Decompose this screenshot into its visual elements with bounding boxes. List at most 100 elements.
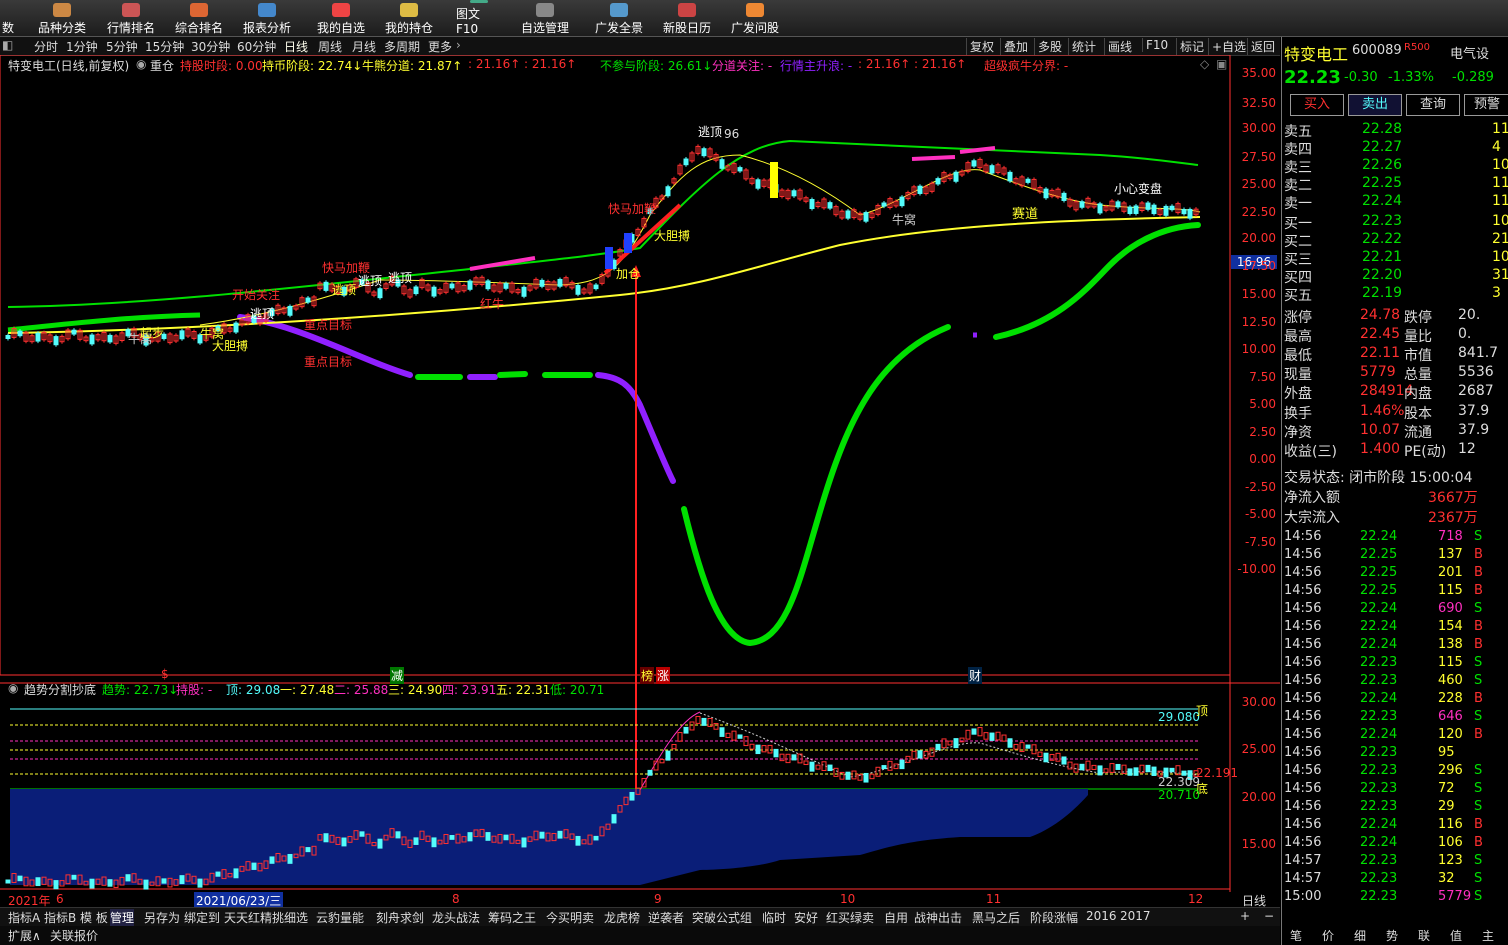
quote-tab[interactable]: 势 xyxy=(1386,927,1398,944)
candle xyxy=(683,726,689,734)
period-30min[interactable]: 30分钟 xyxy=(191,38,230,55)
toolbar-button-f10[interactable]: 图文F10 xyxy=(456,0,502,36)
candle xyxy=(947,740,953,746)
axis-tick: -10.00 xyxy=(1237,562,1276,576)
indicator-tab[interactable]: 指标A xyxy=(8,909,40,926)
sector-pct: -0.289 xyxy=(1452,70,1494,85)
tick-time: 14:57 xyxy=(1284,853,1322,868)
tool-stats[interactable]: 统计 xyxy=(1068,38,1099,55)
candle xyxy=(575,835,581,846)
toolbar-button-0[interactable]: 数 xyxy=(0,0,16,36)
quote-tab[interactable]: 联 xyxy=(1418,927,1430,944)
add-tab-icon[interactable]: + xyxy=(1240,909,1250,923)
indicator-tab[interactable]: 逆袭者 xyxy=(648,909,684,926)
indicator-tab[interactable]: 阶段涨幅 xyxy=(1030,909,1078,926)
tool-f10[interactable]: F10 xyxy=(1142,38,1171,52)
candle xyxy=(989,732,995,741)
period-60min[interactable]: 60分钟 xyxy=(237,38,276,55)
indicator-tab[interactable]: 战神出击 xyxy=(914,909,962,926)
indicator-tab[interactable]: 刻舟求剑 xyxy=(376,909,424,926)
remove-tab-icon[interactable]: − xyxy=(1264,909,1274,923)
indicator-tab[interactable]: 自用 xyxy=(884,909,908,926)
indicator-tab[interactable]: 黑马之后 xyxy=(972,909,1020,926)
tick-direction: B xyxy=(1474,835,1483,850)
tool-mark[interactable]: 标记 xyxy=(1176,38,1207,55)
indicator-tab[interactable]: 2017 xyxy=(1120,909,1151,923)
alert-button[interactable]: 预警 xyxy=(1464,94,1508,116)
quote-tab[interactable]: 价 xyxy=(1322,927,1334,944)
query-button[interactable]: 查询 xyxy=(1406,94,1460,116)
net-flow-label: 净流入额 xyxy=(1284,490,1340,506)
indicator-tab[interactable]: 2016 xyxy=(1086,909,1117,923)
indicator-tab[interactable]: 突破公式组 xyxy=(692,909,752,926)
holdings-icon xyxy=(400,3,418,17)
quote-tab[interactable]: 笔 xyxy=(1290,927,1302,944)
buy-button[interactable]: 买入 xyxy=(1290,94,1344,116)
indicator-tab[interactable]: 绑定到 xyxy=(184,909,220,926)
quote-tab[interactable]: 值 xyxy=(1450,927,1462,944)
ind2-toggle-icon[interactable]: ◉ xyxy=(8,681,18,695)
tick-direction: B xyxy=(1474,727,1483,742)
tick-volume: 29 xyxy=(1438,799,1455,814)
candle xyxy=(779,753,785,762)
candle xyxy=(827,764,833,772)
tool-multi-stock[interactable]: 多股 xyxy=(1034,38,1065,55)
period-multi[interactable]: 多周期 xyxy=(384,38,420,55)
indicator-tab[interactable]: 另存为 xyxy=(144,909,180,926)
indicator-tab[interactable]: 龙虎榜 xyxy=(604,909,640,926)
period-intraday[interactable]: 分时 xyxy=(34,38,58,55)
indicator-tab[interactable]: 模 板 xyxy=(80,909,108,926)
chevron-right-icon[interactable]: › xyxy=(456,38,461,52)
stat-value: 37.9 xyxy=(1458,403,1490,419)
indicator-tab[interactable]: 红买绿卖 xyxy=(826,909,874,926)
tick-price: 22.24 xyxy=(1360,529,1398,544)
toolbar-button-report[interactable]: 报表分析 xyxy=(240,0,294,36)
period-1min[interactable]: 1分钟 xyxy=(66,38,98,55)
axis-tick: 25.00 xyxy=(1241,742,1276,756)
toolbar-button-category[interactable]: 品种分类 xyxy=(36,0,88,36)
toolbar-button-panorama[interactable]: 广发全景 xyxy=(592,0,646,36)
candle xyxy=(5,879,11,884)
period-5min[interactable]: 5分钟 xyxy=(106,38,138,55)
period-more[interactable]: 更多 xyxy=(428,38,452,55)
candle xyxy=(935,743,941,751)
quote-tab[interactable]: 细 xyxy=(1354,927,1366,944)
period-daily[interactable]: 日线 xyxy=(284,38,308,55)
indicator-tab[interactable]: 今买明卖 xyxy=(546,909,594,926)
toolbar-button-ranking[interactable]: 行情排名 xyxy=(104,0,158,36)
tick-direction: S xyxy=(1474,781,1483,796)
sell-button[interactable]: 卖出 xyxy=(1348,94,1402,116)
tool-draw[interactable]: 画线 xyxy=(1104,38,1135,55)
quote-tab[interactable]: 主 xyxy=(1482,927,1494,944)
tool-add-watch[interactable]: +自选 xyxy=(1208,38,1249,55)
indicator-tab[interactable]: 天天红精挑细选 xyxy=(224,909,308,926)
period-weekly[interactable]: 周线 xyxy=(318,38,342,55)
period-monthly[interactable]: 月线 xyxy=(352,38,376,55)
toolbar-button-ask[interactable]: 广发问股 xyxy=(728,0,782,36)
panel-toggle-icon[interactable]: ◧ xyxy=(2,38,13,52)
indicator-tab[interactable]: 龙头战法 xyxy=(432,909,480,926)
main-chart[interactable]: 16.96 xyxy=(0,55,1280,892)
indicator-tab[interactable]: 云豹量能 xyxy=(316,909,364,926)
toolbar-button-manage[interactable]: 自选管理 xyxy=(518,0,572,36)
indicator-tab[interactable]: 指标B xyxy=(44,909,76,926)
toolbar-button-composite-ranking[interactable]: 综合排名 xyxy=(172,0,226,36)
tool-overlay[interactable]: 叠加 xyxy=(1000,38,1031,55)
axis-tick: 20.00 xyxy=(1241,231,1276,245)
indicator-tab[interactable]: 筹码之王 xyxy=(488,909,536,926)
stat-value: 0. xyxy=(1458,326,1472,342)
stat-label: 净资 xyxy=(1284,425,1312,441)
related-quote-button[interactable]: 关联报价 xyxy=(50,927,98,944)
indicator-tab[interactable]: 临时 xyxy=(762,909,786,926)
tool-back[interactable]: 返回 xyxy=(1247,38,1278,55)
toolbar-button-ipo-calendar[interactable]: 新股日历 xyxy=(660,0,714,36)
main-y-axis: 35.00 32.50 30.00 27.50 25.00 22.50 20.0… xyxy=(1230,55,1280,675)
indicator-tab[interactable]: 安好 xyxy=(794,909,818,926)
expand-button[interactable]: 扩展∧ xyxy=(8,927,41,944)
annot-escape-3: 逃顶 xyxy=(388,271,413,285)
toolbar-button-holdings[interactable]: 我的持仓 xyxy=(382,0,436,36)
tool-adjust[interactable]: 复权 xyxy=(966,38,997,55)
period-15min[interactable]: 15分钟 xyxy=(145,38,184,55)
indicator-tab[interactable]: 管理 xyxy=(110,909,135,926)
toolbar-button-watchlist[interactable]: 我的自选 xyxy=(314,0,368,36)
